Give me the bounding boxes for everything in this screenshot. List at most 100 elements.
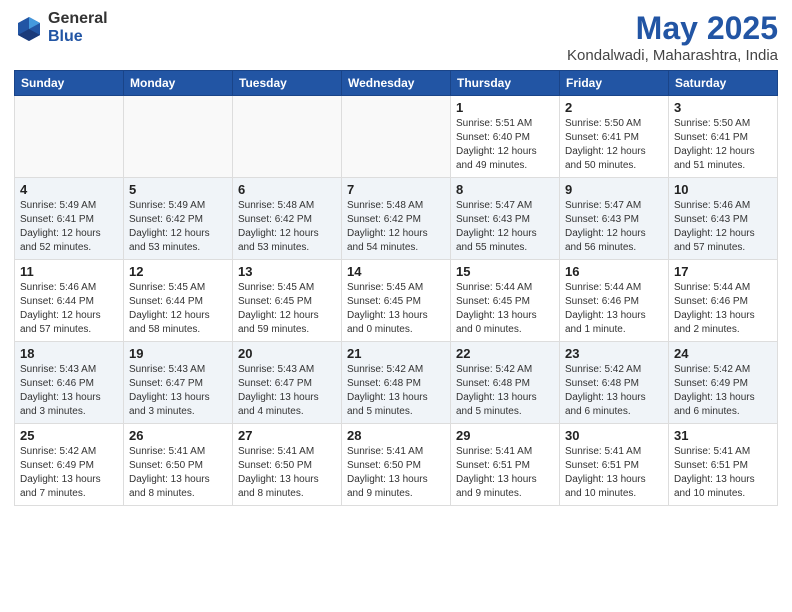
day-number: 28 <box>347 428 445 443</box>
calendar-cell: 3 Sunrise: 5:50 AM Sunset: 6:41 PM Daylig… <box>669 96 778 178</box>
calendar-cell: 17 Sunrise: 5:44 AM Sunset: 6:46 PM Dayli… <box>669 260 778 342</box>
calendar-cell: 15 Sunrise: 5:44 AM Sunset: 6:45 PM Dayli… <box>451 260 560 342</box>
calendar-cell: 26 Sunrise: 5:41 AM Sunset: 6:50 PM Dayli… <box>124 424 233 506</box>
day-number: 9 <box>565 182 663 197</box>
day-number: 2 <box>565 100 663 115</box>
col-saturday: Saturday <box>669 71 778 96</box>
calendar-cell: 9 Sunrise: 5:47 AM Sunset: 6:43 PM Daylig… <box>560 178 669 260</box>
day-info: Sunrise: 5:41 AM Sunset: 6:50 PM Dayligh… <box>129 445 227 501</box>
calendar-week-5: 25 Sunrise: 5:42 AM Sunset: 6:49 PM Dayli… <box>15 424 778 506</box>
calendar-week-2: 4Sunrise: 5:49 AM Sunset: 6:41 PM Daylig… <box>15 178 778 260</box>
day-number: 10 <box>674 182 772 197</box>
logo-general-text: General <box>48 10 108 28</box>
day-number: 25 <box>20 428 118 443</box>
header: General Blue May 2025 Kondalwadi, Mahara… <box>14 10 778 64</box>
day-number: 11 <box>20 264 118 279</box>
day-number: 24 <box>674 346 772 361</box>
day-info: Sunrise: 5:50 AM Sunset: 6:41 PM Dayligh… <box>674 117 772 173</box>
calendar-cell: 28 Sunrise: 5:41 AM Sunset: 6:50 PM Dayli… <box>342 424 451 506</box>
col-sunday: Sunday <box>15 71 124 96</box>
calendar-cell: 27Sunrise: 5:41 AM Sunset: 6:50 PM Dayli… <box>233 424 342 506</box>
logo-icon <box>14 13 44 43</box>
day-info: Sunrise: 5:41 AM Sunset: 6:51 PM Dayligh… <box>674 445 772 501</box>
col-friday: Friday <box>560 71 669 96</box>
day-info: Sunrise: 5:44 AM Sunset: 6:46 PM Dayligh… <box>674 281 772 337</box>
day-number: 29 <box>456 428 554 443</box>
day-number: 16 <box>565 264 663 279</box>
day-number: 30 <box>565 428 663 443</box>
calendar-cell: 22Sunrise: 5:42 AM Sunset: 6:48 PM Dayli… <box>451 342 560 424</box>
day-info: Sunrise: 5:48 AM Sunset: 6:42 PM Dayligh… <box>347 199 445 255</box>
day-number: 23 <box>565 346 663 361</box>
logo-text: General Blue <box>48 10 108 45</box>
calendar-week-4: 18 Sunrise: 5:43 AM Sunset: 6:46 PM Dayli… <box>15 342 778 424</box>
day-number: 22 <box>456 346 554 361</box>
calendar-cell: 24Sunrise: 5:42 AM Sunset: 6:49 PM Dayli… <box>669 342 778 424</box>
calendar-cell: 30Sunrise: 5:41 AM Sunset: 6:51 PM Dayli… <box>560 424 669 506</box>
calendar-cell <box>124 96 233 178</box>
calendar-week-1: 1 Sunrise: 5:51 AM Sunset: 6:40 PM Daylig… <box>15 96 778 178</box>
day-info: Sunrise: 5:51 AM Sunset: 6:40 PM Dayligh… <box>456 117 554 173</box>
col-thursday: Thursday <box>451 71 560 96</box>
calendar-cell: 8 Sunrise: 5:47 AM Sunset: 6:43 PM Daylig… <box>451 178 560 260</box>
day-number: 12 <box>129 264 227 279</box>
day-number: 21 <box>347 346 445 361</box>
col-tuesday: Tuesday <box>233 71 342 96</box>
calendar-cell: 5 Sunrise: 5:49 AM Sunset: 6:42 PM Daylig… <box>124 178 233 260</box>
day-info: Sunrise: 5:47 AM Sunset: 6:43 PM Dayligh… <box>565 199 663 255</box>
calendar-cell: 19Sunrise: 5:43 AM Sunset: 6:47 PM Dayli… <box>124 342 233 424</box>
day-number: 14 <box>347 264 445 279</box>
calendar-cell: 29 Sunrise: 5:41 AM Sunset: 6:51 PM Dayli… <box>451 424 560 506</box>
day-number: 5 <box>129 182 227 197</box>
day-number: 1 <box>456 100 554 115</box>
day-info: Sunrise: 5:41 AM Sunset: 6:50 PM Dayligh… <box>347 445 445 501</box>
calendar-cell: 25 Sunrise: 5:42 AM Sunset: 6:49 PM Dayli… <box>15 424 124 506</box>
day-info: Sunrise: 5:45 AM Sunset: 6:45 PM Dayligh… <box>238 281 336 337</box>
day-number: 26 <box>129 428 227 443</box>
day-info: Sunrise: 5:42 AM Sunset: 6:49 PM Dayligh… <box>20 445 118 501</box>
calendar-cell: 4Sunrise: 5:49 AM Sunset: 6:41 PM Daylig… <box>15 178 124 260</box>
title-block: May 2025 Kondalwadi, Maharashtra, India <box>567 10 778 64</box>
page: General Blue May 2025 Kondalwadi, Mahara… <box>0 0 792 520</box>
day-info: Sunrise: 5:44 AM Sunset: 6:46 PM Dayligh… <box>565 281 663 337</box>
day-info: Sunrise: 5:46 AM Sunset: 6:43 PM Dayligh… <box>674 199 772 255</box>
day-number: 18 <box>20 346 118 361</box>
day-info: Sunrise: 5:41 AM Sunset: 6:51 PM Dayligh… <box>456 445 554 501</box>
day-number: 31 <box>674 428 772 443</box>
logo: General Blue <box>14 10 108 45</box>
day-info: Sunrise: 5:43 AM Sunset: 6:46 PM Dayligh… <box>20 363 118 419</box>
day-info: Sunrise: 5:42 AM Sunset: 6:48 PM Dayligh… <box>565 363 663 419</box>
day-info: Sunrise: 5:44 AM Sunset: 6:45 PM Dayligh… <box>456 281 554 337</box>
day-info: Sunrise: 5:45 AM Sunset: 6:44 PM Dayligh… <box>129 281 227 337</box>
calendar-cell: 31 Sunrise: 5:41 AM Sunset: 6:51 PM Dayli… <box>669 424 778 506</box>
main-title: May 2025 <box>567 10 778 47</box>
calendar-cell: 12 Sunrise: 5:45 AM Sunset: 6:44 PM Dayli… <box>124 260 233 342</box>
day-number: 27 <box>238 428 336 443</box>
day-number: 17 <box>674 264 772 279</box>
day-info: Sunrise: 5:48 AM Sunset: 6:42 PM Dayligh… <box>238 199 336 255</box>
day-info: Sunrise: 5:45 AM Sunset: 6:45 PM Dayligh… <box>347 281 445 337</box>
calendar-cell: 11Sunrise: 5:46 AM Sunset: 6:44 PM Dayli… <box>15 260 124 342</box>
logo-blue-text: Blue <box>48 28 108 46</box>
col-wednesday: Wednesday <box>342 71 451 96</box>
calendar-cell: 20 Sunrise: 5:43 AM Sunset: 6:47 PM Dayli… <box>233 342 342 424</box>
day-info: Sunrise: 5:43 AM Sunset: 6:47 PM Dayligh… <box>238 363 336 419</box>
calendar-cell: 1 Sunrise: 5:51 AM Sunset: 6:40 PM Daylig… <box>451 96 560 178</box>
calendar-cell: 23 Sunrise: 5:42 AM Sunset: 6:48 PM Dayli… <box>560 342 669 424</box>
day-number: 15 <box>456 264 554 279</box>
day-number: 13 <box>238 264 336 279</box>
day-number: 3 <box>674 100 772 115</box>
day-info: Sunrise: 5:50 AM Sunset: 6:41 PM Dayligh… <box>565 117 663 173</box>
day-number: 6 <box>238 182 336 197</box>
subtitle: Kondalwadi, Maharashtra, India <box>567 47 778 64</box>
day-number: 20 <box>238 346 336 361</box>
day-number: 4 <box>20 182 118 197</box>
day-info: Sunrise: 5:47 AM Sunset: 6:43 PM Dayligh… <box>456 199 554 255</box>
calendar-header-row: Sunday Monday Tuesday Wednesday Thursday… <box>15 71 778 96</box>
day-number: 8 <box>456 182 554 197</box>
day-info: Sunrise: 5:49 AM Sunset: 6:42 PM Dayligh… <box>129 199 227 255</box>
calendar-cell: 21Sunrise: 5:42 AM Sunset: 6:48 PM Dayli… <box>342 342 451 424</box>
calendar-table: Sunday Monday Tuesday Wednesday Thursday… <box>14 70 778 506</box>
day-number: 19 <box>129 346 227 361</box>
calendar-cell <box>342 96 451 178</box>
